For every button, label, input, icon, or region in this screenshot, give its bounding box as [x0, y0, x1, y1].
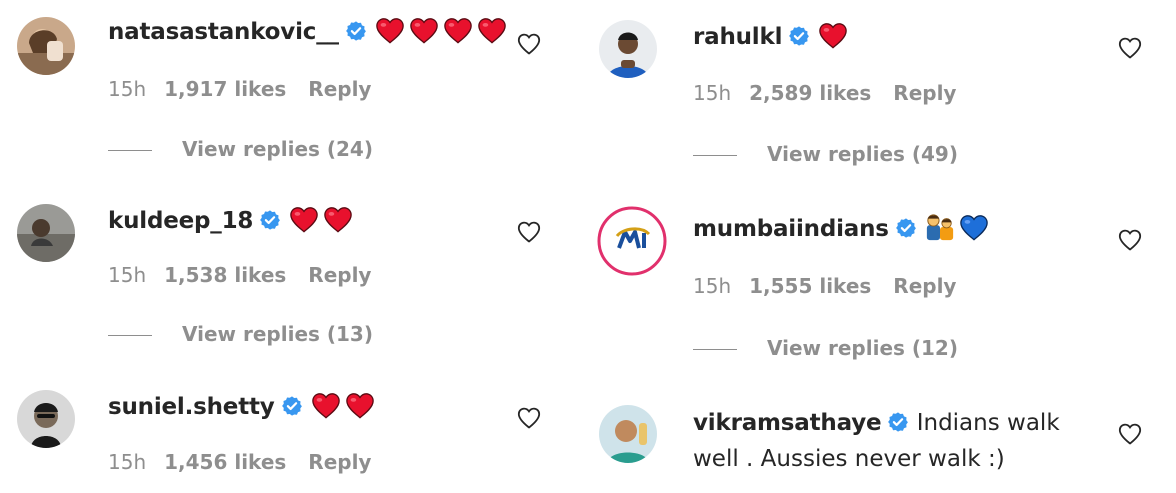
view-replies-button[interactable]: View replies (12): [693, 336, 958, 360]
username[interactable]: rahulkl: [693, 24, 782, 50]
view-replies-button[interactable]: View replies (13): [108, 322, 373, 346]
comment-text: suniel.shetty: [108, 389, 375, 425]
timestamp: 15h: [108, 263, 147, 287]
avatar[interactable]: [599, 405, 657, 463]
likes-count[interactable]: 2,589 likes: [749, 81, 871, 105]
like-heart-icon[interactable]: [1118, 423, 1142, 445]
verified-badge-icon: [281, 395, 303, 417]
view-replies-label: View replies (12): [767, 336, 958, 360]
view-replies-label: View replies (24): [182, 137, 373, 161]
timestamp: 15h: [108, 77, 147, 101]
comment-body-line2: well . Aussies never walk :): [693, 446, 1005, 472]
red-heart-icon: [323, 206, 353, 233]
divider-line: [693, 155, 737, 156]
avatar-natasa-icon: [17, 17, 75, 75]
reply-button[interactable]: Reply: [893, 81, 956, 105]
reply-button[interactable]: Reply: [308, 77, 371, 101]
red-heart-icon: [345, 392, 375, 419]
blue-heart-icon: [959, 214, 989, 241]
divider-line: [693, 349, 737, 350]
avatar[interactable]: [17, 204, 75, 262]
red-heart-icon: [375, 17, 405, 44]
avatar[interactable]: [17, 17, 75, 75]
username[interactable]: vikramsathaye: [693, 410, 882, 436]
like-heart-icon[interactable]: [517, 33, 541, 55]
timestamp: 15h: [108, 450, 147, 474]
comment-meta: 15h 1,555 likes Reply: [693, 274, 978, 298]
reply-button[interactable]: Reply: [308, 263, 371, 287]
avatar[interactable]: [597, 206, 667, 276]
red-heart-icon: [477, 17, 507, 44]
verified-badge-icon: [887, 411, 909, 433]
avatar[interactable]: [599, 20, 657, 78]
username[interactable]: suniel.shetty: [108, 394, 275, 420]
likes-count[interactable]: 1,456 likes: [164, 450, 286, 474]
comment-meta: 15h 1,917 likes Reply: [108, 77, 393, 101]
family-emoji-icon: [925, 212, 955, 242]
red-heart-icon: [409, 17, 439, 44]
like-heart-icon[interactable]: [1118, 37, 1142, 59]
like-heart-icon[interactable]: [517, 407, 541, 429]
view-replies-button[interactable]: View replies (24): [108, 137, 373, 161]
comment-text: vikramsathaye Indians walk well . Aussie…: [693, 405, 1113, 477]
avatar-vikram-icon: [599, 405, 657, 463]
view-replies-label: View replies (49): [767, 142, 958, 166]
timestamp: 15h: [693, 81, 732, 105]
avatar-rahul-icon: [599, 20, 657, 78]
divider-line: [108, 335, 152, 336]
view-replies-button[interactable]: View replies (49): [693, 142, 958, 166]
likes-count[interactable]: 1,917 likes: [164, 77, 286, 101]
avatar-mumbaiindians-icon: [597, 206, 667, 276]
like-heart-icon[interactable]: [1118, 229, 1142, 251]
likes-count[interactable]: 1,555 likes: [749, 274, 871, 298]
timestamp: 15h: [693, 274, 732, 298]
comment-meta: 15h 1,456 likes Reply: [108, 450, 393, 474]
comment-meta: 15h 1,538 likes Reply: [108, 263, 393, 287]
username[interactable]: kuldeep_18: [108, 208, 253, 234]
reply-button[interactable]: Reply: [308, 450, 371, 474]
verified-badge-icon: [788, 25, 810, 47]
comment-text: kuldeep_18: [108, 203, 353, 239]
red-heart-icon: [289, 206, 319, 233]
comment-text: natasastankovic__: [108, 14, 507, 50]
reply-button[interactable]: Reply: [893, 274, 956, 298]
divider-line: [108, 150, 152, 151]
verified-badge-icon: [345, 20, 367, 42]
verified-badge-icon: [259, 209, 281, 231]
username[interactable]: natasastankovic__: [108, 19, 339, 45]
comment-body-line1: Indians walk: [916, 410, 1060, 436]
red-heart-icon: [443, 17, 473, 44]
verified-badge-icon: [895, 217, 917, 239]
username[interactable]: mumbaiindians: [693, 216, 889, 242]
avatar-suniel-icon: [17, 390, 75, 448]
view-replies-label: View replies (13): [182, 322, 373, 346]
comment-meta: 15h 2,589 likes Reply: [693, 81, 978, 105]
avatar[interactable]: [17, 390, 75, 448]
like-heart-icon[interactable]: [517, 221, 541, 243]
comment-text: rahulkl: [693, 19, 848, 55]
comment-text: mumbaiindians: [693, 211, 989, 247]
red-heart-icon: [818, 22, 848, 49]
likes-count[interactable]: 1,538 likes: [164, 263, 286, 287]
avatar-kuldeep-icon: [17, 204, 75, 262]
red-heart-icon: [311, 392, 341, 419]
